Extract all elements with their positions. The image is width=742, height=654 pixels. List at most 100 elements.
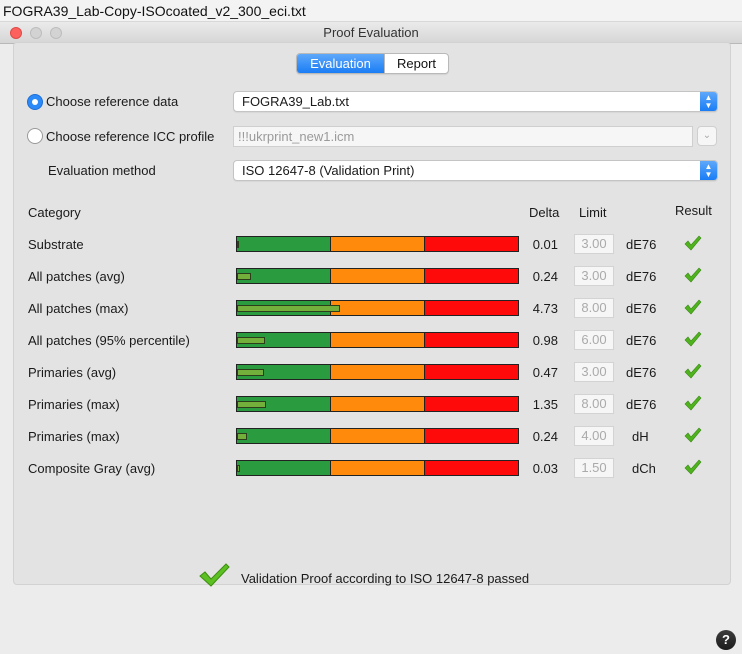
delta-indicator [237, 273, 251, 280]
tolerance-zone-red [425, 269, 518, 283]
tolerance-zone-green [237, 301, 340, 315]
tolerance-bar [236, 460, 519, 476]
limit-field[interactable]: 6.00 [574, 330, 614, 350]
tolerance-zone-red [425, 237, 518, 251]
tolerance-zone-green [237, 333, 331, 347]
tolerance-zone-red [425, 301, 518, 315]
limit-field[interactable]: 3.00 [574, 266, 614, 286]
reference-icc-label: Choose reference ICC profile [46, 129, 215, 144]
unit-label: dE76 [626, 397, 657, 412]
limit-field[interactable]: 8.00 [574, 394, 614, 414]
delta-value: 0.24 [532, 269, 558, 284]
tolerance-zone-green [237, 461, 331, 475]
delta-value: 0.47 [532, 365, 558, 380]
pass-check-icon [684, 395, 702, 411]
pass-check-icon [684, 235, 702, 251]
delta-indicator [237, 241, 239, 248]
row-category: Primaries (avg) [28, 365, 117, 380]
help-button[interactable]: ? [716, 630, 736, 650]
row-category: All patches (max) [28, 301, 129, 316]
delta-indicator [237, 433, 247, 440]
delta-value: 0.98 [532, 333, 558, 348]
pass-check-icon [684, 331, 702, 347]
delta-indicator [237, 369, 264, 376]
row-category: All patches (avg) [28, 269, 125, 284]
delta-indicator [237, 305, 340, 312]
document-title: FOGRA39_Lab-Copy-ISOcoated_v2_300_eci.tx… [0, 0, 742, 22]
evaluation-method-value: ISO 12647-8 (Validation Print) [242, 163, 415, 178]
icc-dropdown-button[interactable]: ⌄ [697, 126, 717, 146]
tolerance-zone-orange [331, 301, 425, 315]
unit-label: dE76 [626, 365, 657, 380]
tolerance-zone-green [237, 429, 331, 443]
unit-label: dE76 [626, 269, 657, 284]
reference-data-value: FOGRA39_Lab.txt [242, 94, 349, 109]
delta-value: 1.35 [532, 397, 558, 412]
reference-icc-radio[interactable] [27, 128, 43, 144]
tolerance-bar [236, 364, 519, 380]
tolerance-zone-red [425, 461, 518, 475]
tolerance-zone-green [237, 237, 331, 251]
header-category: Category [28, 205, 81, 220]
limit-field[interactable]: 3.00 [574, 362, 614, 382]
limit-field[interactable]: 1.50 [574, 458, 614, 478]
delta-indicator [237, 465, 240, 472]
header-limit: Limit [579, 205, 607, 220]
tolerance-zone-orange [331, 269, 425, 283]
tolerance-zone-red [425, 429, 518, 443]
header-delta: Delta [529, 205, 560, 220]
unit-label: dCh [632, 461, 656, 476]
pass-check-icon [684, 267, 702, 283]
tolerance-zone-red [425, 333, 518, 347]
pass-check-icon [684, 299, 702, 315]
tab-control: Evaluation Report [296, 53, 449, 74]
unit-label: dE76 [626, 237, 657, 252]
tab-evaluation[interactable]: Evaluation [297, 54, 384, 73]
row-category: Primaries (max) [28, 429, 120, 444]
unit-label: dE76 [626, 301, 657, 316]
chevron-down-icon: ⌄ [702, 130, 712, 141]
tolerance-zone-red [425, 365, 518, 379]
tolerance-bar [236, 236, 519, 252]
reference-data-radio[interactable] [27, 94, 43, 110]
tolerance-zone-orange [331, 397, 425, 411]
evaluation-method-select[interactable]: ISO 12647-8 (Validation Print) ▲ ▼ [233, 160, 718, 181]
evaluation-method-label: Evaluation method [48, 163, 156, 178]
checkmark-icon [199, 563, 230, 587]
tolerance-zone-orange [331, 461, 425, 475]
row-category: Composite Gray (avg) [28, 461, 156, 476]
pass-check-icon [684, 427, 702, 443]
tolerance-bar [236, 396, 519, 412]
tolerance-zone-green [237, 269, 331, 283]
tolerance-zone-orange [331, 365, 425, 379]
tab-report[interactable]: Report [384, 54, 448, 73]
summary-text: Validation Proof according to ISO 12647-… [241, 571, 530, 586]
delta-value: 0.03 [532, 461, 558, 476]
tolerance-zone-orange [331, 429, 425, 443]
delta-indicator [237, 401, 266, 408]
reference-data-select[interactable]: FOGRA39_Lab.txt ▲ ▼ [233, 91, 718, 112]
tolerance-zone-green [237, 397, 331, 411]
limit-field[interactable]: 4.00 [574, 426, 614, 446]
chevron-updown-icon: ▲ ▼ [700, 92, 717, 111]
tolerance-bar [236, 300, 519, 316]
unit-label: dH [632, 429, 649, 444]
tolerance-zone-orange [331, 333, 425, 347]
tolerance-zone-red [425, 397, 518, 411]
unit-label: dE76 [626, 333, 657, 348]
tolerance-bar [236, 332, 519, 348]
delta-value: 0.24 [532, 429, 558, 444]
window-titlebar: Proof Evaluation [0, 22, 742, 44]
chevron-updown-icon: ▲ ▼ [700, 161, 717, 180]
delta-value: 4.73 [532, 301, 558, 316]
delta-indicator [237, 337, 265, 344]
pass-check-icon [684, 459, 702, 475]
window-title: Proof Evaluation [323, 25, 419, 40]
limit-field[interactable]: 3.00 [574, 234, 614, 254]
row-category: Primaries (max) [28, 397, 120, 412]
delta-value: 0.01 [532, 237, 558, 252]
reference-icc-field[interactable]: !!!ukrprint_new1.icm [233, 126, 693, 147]
limit-field[interactable]: 8.00 [574, 298, 614, 318]
tolerance-zone-green [237, 365, 331, 379]
reference-data-label: Choose reference data [46, 94, 179, 109]
